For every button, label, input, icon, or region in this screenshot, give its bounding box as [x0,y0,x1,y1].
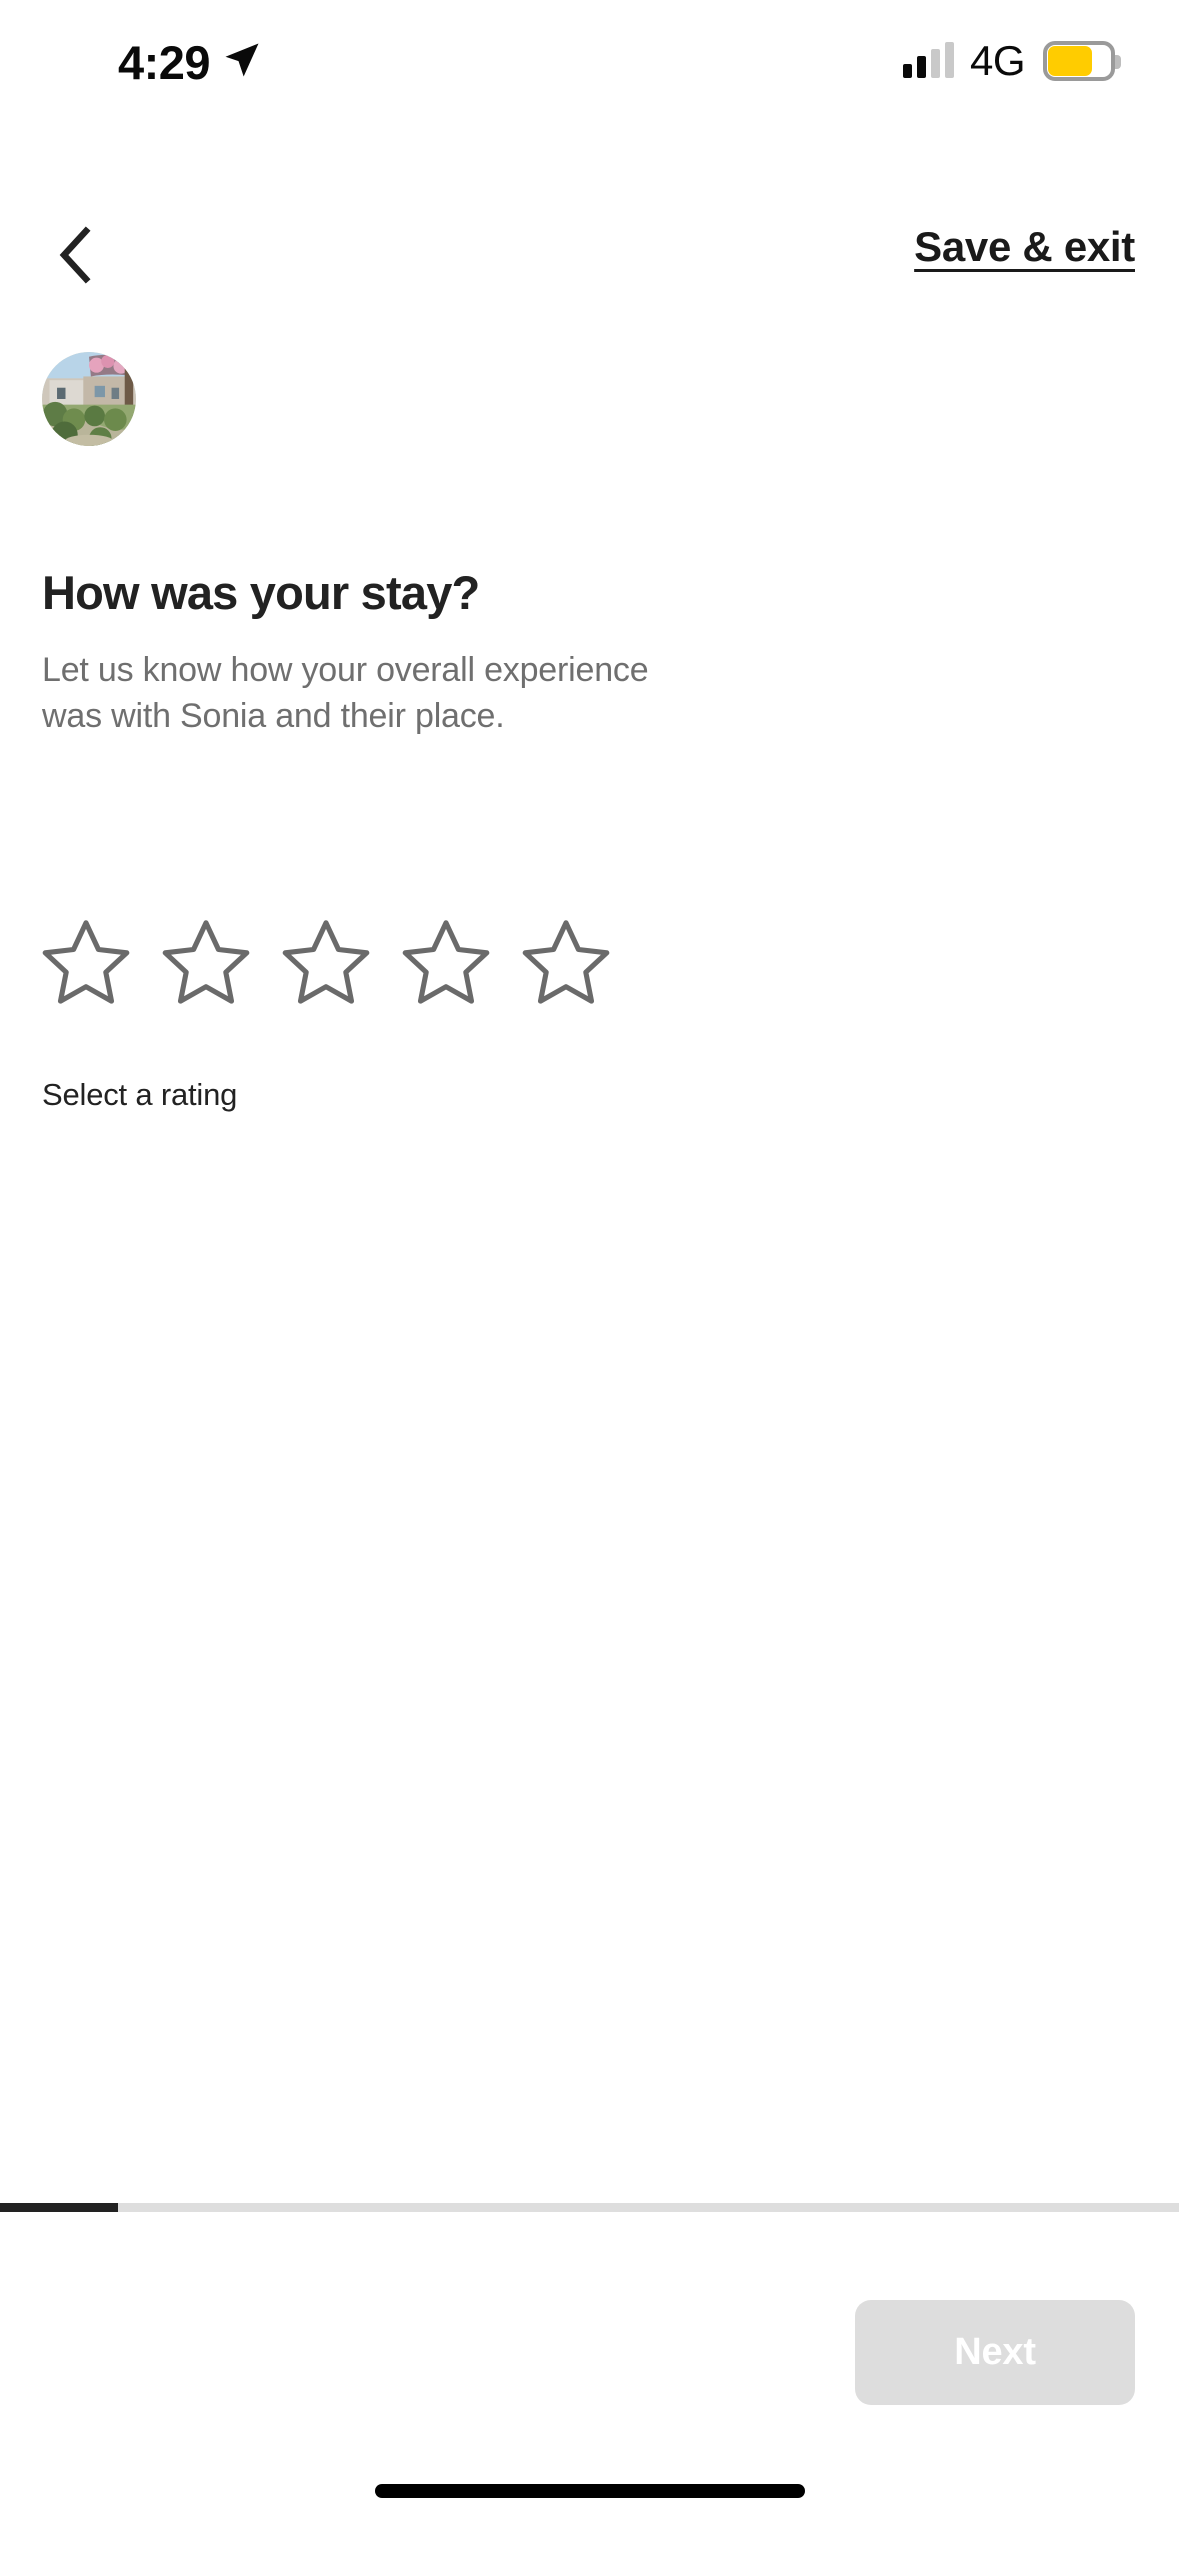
page-title: How was your stay? [42,566,480,619]
star-rating-3[interactable] [278,915,374,1011]
rating-hint-label: Select a rating [42,1077,238,1112]
page-subtitle: Let us know how your overall experience … [42,651,649,735]
app-screen: 4:29 4G Save & exit How was your stay? L… [0,0,1179,2556]
next-button[interactable]: Next [855,2300,1135,2405]
star-rating-group[interactable] [38,915,614,1011]
star-rating-5[interactable] [518,915,614,1011]
star-rating-4[interactable] [398,915,494,1011]
star-rating-1[interactable] [38,915,134,1011]
star-rating-2[interactable] [158,915,254,1011]
progress-bar-track [0,2203,1179,2212]
home-indicator [374,2484,805,2498]
listing-avatar [42,352,136,446]
main-content: How was your stay? Let us know how your … [0,0,1179,2556]
progress-bar-fill [0,2203,118,2212]
